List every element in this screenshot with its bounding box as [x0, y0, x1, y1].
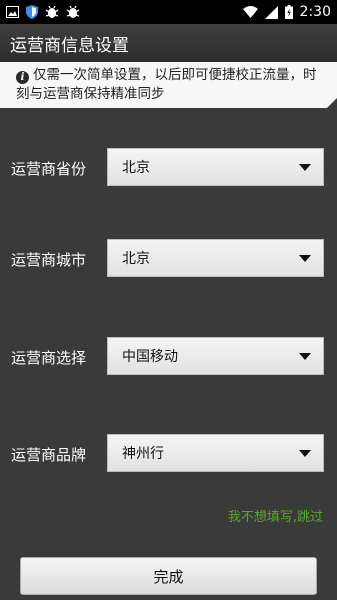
city-row: 运营商城市 北京	[0, 239, 337, 279]
page-title: 运营商信息设置	[0, 24, 337, 62]
brand-value: 神州行	[122, 446, 164, 462]
brand-label: 运营商品牌	[11, 446, 87, 464]
carrier-select[interactable]: 中国移动	[107, 337, 324, 375]
dropdown-arrow-icon	[299, 353, 311, 360]
carrier-value: 中国移动	[122, 349, 178, 365]
notice-text: 仅需一次简单设置，以后即可便捷校正流量，时刻与运营商保持精准同步	[16, 67, 317, 102]
image-icon	[6, 6, 19, 18]
province-row: 运营商省份 北京	[0, 148, 337, 188]
province-value: 北京	[122, 160, 150, 176]
dropdown-arrow-icon	[299, 450, 311, 457]
bug-icon	[45, 5, 59, 19]
battery-charging-icon	[284, 5, 293, 19]
carrier-label: 运营商选择	[11, 349, 87, 367]
shield-icon	[26, 5, 38, 19]
dropdown-arrow-icon	[299, 255, 311, 262]
city-value: 北京	[122, 251, 150, 267]
brand-row: 运营商品牌 神州行	[0, 434, 337, 474]
page-fold-corner	[327, 98, 337, 108]
done-button[interactable]: 完成	[20, 557, 317, 595]
info-notice: i 仅需一次简单设置，以后即可便捷校正流量，时刻与运营商保持精准同步	[0, 62, 337, 108]
signal-icon	[264, 5, 278, 19]
info-icon: i	[16, 71, 29, 84]
wifi-icon	[242, 6, 258, 18]
status-bar: 2:30	[0, 0, 337, 24]
clock: 2:30	[299, 4, 331, 20]
province-label: 运营商省份	[11, 160, 87, 178]
city-select[interactable]: 北京	[107, 239, 324, 277]
province-select[interactable]: 北京	[107, 148, 324, 186]
brand-select[interactable]: 神州行	[107, 434, 324, 472]
bug-icon	[66, 5, 80, 19]
carrier-row: 运营商选择 中国移动	[0, 337, 337, 377]
skip-link[interactable]: 我不想填写,跳过	[228, 506, 323, 525]
city-label: 运营商城市	[11, 251, 87, 269]
dropdown-arrow-icon	[299, 164, 311, 171]
